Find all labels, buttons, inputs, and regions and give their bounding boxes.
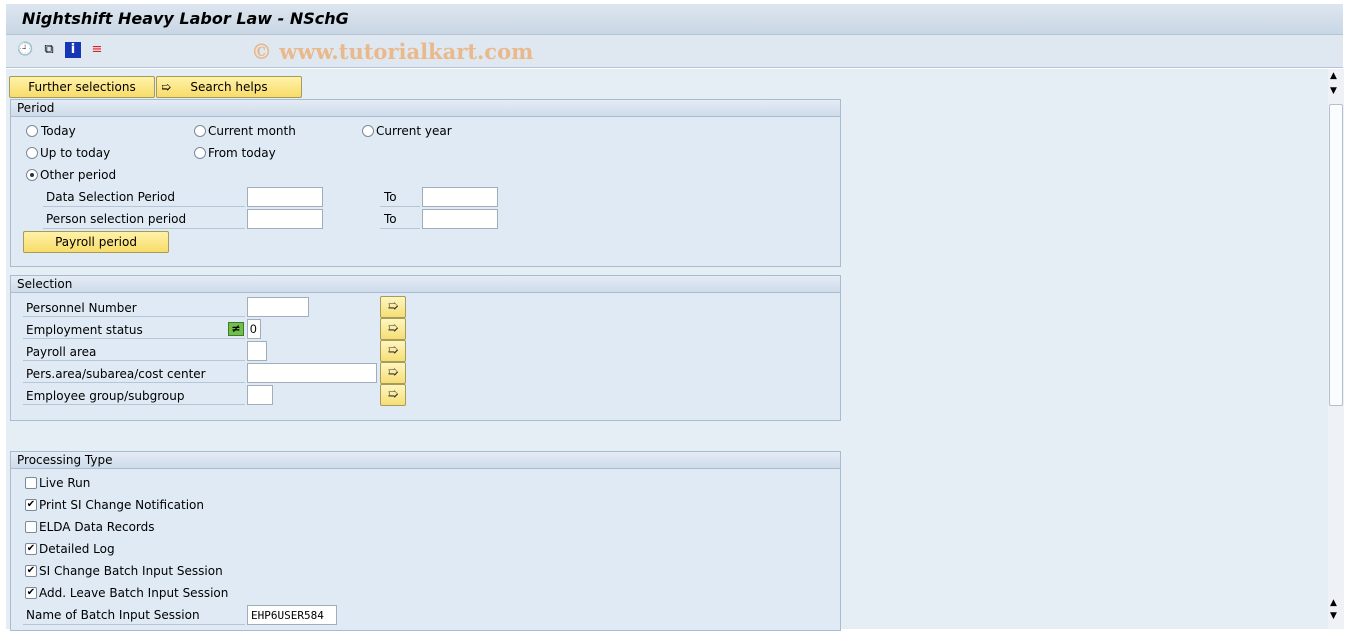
scroll-down-icon[interactable]: ▼ xyxy=(1330,86,1337,96)
watermark: © www.tutorialkart.com xyxy=(251,39,534,64)
execute-clock-icon[interactable]: 🕘 xyxy=(17,42,33,58)
person-selection-period-row: Person selection period xyxy=(43,208,245,229)
field-label: Name of Batch Input Session xyxy=(26,608,200,622)
not-equal-option-icon[interactable]: ≠ xyxy=(228,322,244,336)
radio-label: Current month xyxy=(208,124,296,138)
radio-from-today[interactable] xyxy=(194,147,206,159)
window-title: Nightshift Heavy Labor Law - NSchG xyxy=(22,9,349,28)
scroll-down-icon[interactable]: ▼ xyxy=(1330,611,1337,621)
arrow-right-icon: ➯ xyxy=(387,299,399,314)
to-label: To xyxy=(384,212,397,226)
multiple-selection-button[interactable]: ➯ xyxy=(380,318,406,340)
radio-label: Up to today xyxy=(40,146,111,160)
person-selection-to-input[interactable] xyxy=(422,209,498,229)
radio-label: Current year xyxy=(376,124,452,138)
radio-other-period[interactable] xyxy=(26,169,38,181)
radio-today[interactable] xyxy=(26,125,38,137)
application-toolbar: 🕘 ⧉ i ≡ © www.tutorialkart.com xyxy=(6,35,1343,68)
arrow-right-icon: ➯ xyxy=(387,365,399,380)
field-label: Employment status xyxy=(26,323,143,337)
checkbox[interactable]: ✔ xyxy=(25,587,37,599)
selection-title: Selection xyxy=(11,276,840,293)
arrow-right-icon: ➯ xyxy=(387,343,399,358)
payroll-period-button[interactable]: Payroll period xyxy=(23,231,169,253)
to-label: To xyxy=(384,190,397,204)
field-label: Data Selection Period xyxy=(46,190,175,204)
checkbox-label: Detailed Log xyxy=(39,542,115,556)
selection-row: Payroll area xyxy=(23,340,245,361)
checkbox[interactable]: ✔ xyxy=(25,565,37,577)
data-selection-from-input[interactable] xyxy=(247,187,323,207)
checkbox[interactable] xyxy=(25,521,37,533)
checkbox-label: Print SI Change Notification xyxy=(39,498,204,512)
selection-row: Pers.area/subarea/cost center xyxy=(23,362,245,383)
to-label-row: To xyxy=(380,208,420,229)
batch-session-name-input[interactable] xyxy=(247,605,337,625)
selection-input[interactable] xyxy=(247,297,309,317)
field-label: Person selection period xyxy=(46,212,187,226)
selection-options-icon[interactable]: ≡ xyxy=(89,42,105,58)
to-label-row: To xyxy=(380,186,420,207)
radio-label: From today xyxy=(208,146,276,160)
checkbox-label: SI Change Batch Input Session xyxy=(39,564,223,578)
info-icon[interactable]: i xyxy=(65,42,81,58)
radio-current-month[interactable] xyxy=(194,125,206,137)
scrollbar-thumb[interactable] xyxy=(1329,104,1343,406)
field-label: Employee group/subgroup xyxy=(26,389,185,403)
multiple-selection-button[interactable]: ➯ xyxy=(380,362,406,384)
arrow-right-icon: ➯ xyxy=(387,387,399,402)
multiple-selection-button[interactable]: ➯ xyxy=(380,296,406,318)
person-selection-from-input[interactable] xyxy=(247,209,323,229)
data-selection-period-row: Data Selection Period xyxy=(43,186,245,207)
further-selections-button[interactable]: Further selections xyxy=(9,76,155,98)
selection-input[interactable] xyxy=(247,385,273,405)
checkbox-label: Add. Leave Batch Input Session xyxy=(39,586,229,600)
title-bar: Nightshift Heavy Labor Law - NSchG xyxy=(6,4,1343,35)
data-selection-to-input[interactable] xyxy=(422,187,498,207)
radio-label: Other period xyxy=(40,168,117,182)
radio-current-year[interactable] xyxy=(362,125,374,137)
selection-row: Personnel Number xyxy=(23,296,245,317)
processing-type-title: Processing Type xyxy=(11,452,840,469)
selection-row: Employee group/subgroup xyxy=(23,384,245,405)
checkbox-label: Live Run xyxy=(39,476,91,490)
period-title: Period xyxy=(11,100,840,117)
field-label: Personnel Number xyxy=(26,301,137,315)
checkbox[interactable] xyxy=(25,477,37,489)
search-helps-button[interactable]: ➯ Search helps xyxy=(156,76,302,98)
checkbox[interactable]: ✔ xyxy=(25,543,37,555)
selection-input[interactable] xyxy=(247,341,267,361)
arrow-right-icon: ➯ xyxy=(161,80,172,94)
selection-input[interactable] xyxy=(247,363,377,383)
selection-input[interactable] xyxy=(247,319,261,339)
field-label: Payroll area xyxy=(26,345,97,359)
radio-label: Today xyxy=(41,124,76,138)
batch-session-row: Name of Batch Input Session xyxy=(23,604,245,625)
arrow-right-icon: ➯ xyxy=(387,321,399,336)
search-helps-label: Search helps xyxy=(190,80,268,94)
radio-up-to-today[interactable] xyxy=(26,147,38,159)
multiple-selection-button[interactable]: ➯ xyxy=(380,340,406,362)
multiple-selection-button[interactable]: ➯ xyxy=(380,384,406,406)
checkbox-label: ELDA Data Records xyxy=(39,520,155,534)
scroll-up-icon[interactable]: ▲ xyxy=(1330,71,1337,81)
scroll-up-icon[interactable]: ▲ xyxy=(1330,598,1337,608)
get-variant-icon[interactable]: ⧉ xyxy=(41,42,57,58)
field-label: Pers.area/subarea/cost center xyxy=(26,367,206,381)
selection-row: Employment status xyxy=(23,318,245,339)
checkbox[interactable]: ✔ xyxy=(25,499,37,511)
